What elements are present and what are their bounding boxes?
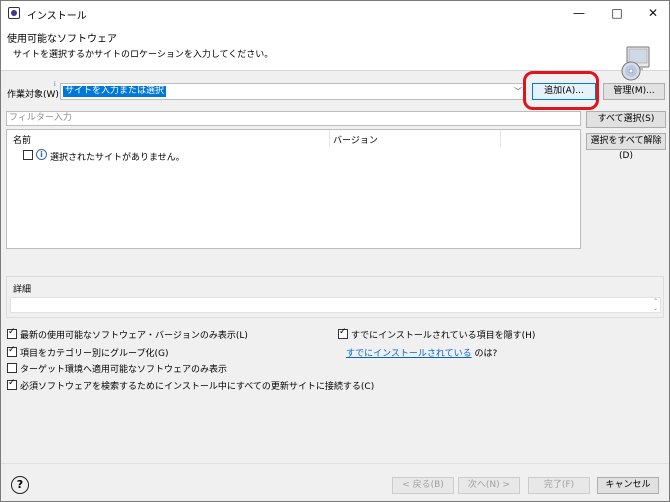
header-banner: 使用可能なソフトウェア サイトを選択するかサイトのロケーションを入力してください…: [1, 25, 669, 81]
next-button[interactable]: 次へ(N) >: [458, 477, 520, 494]
checkbox-group-by-category[interactable]: [7, 345, 17, 357]
close-button[interactable]: ✕: [635, 1, 670, 25]
select-all-button[interactable]: すべて選択(S): [586, 111, 666, 128]
work-with-combo[interactable]: サイトを入力または選択 ﹀: [60, 83, 526, 100]
page-title: 使用可能なソフトウェア: [7, 34, 117, 45]
back-button[interactable]: < 戻る(B): [392, 477, 454, 494]
help-icon[interactable]: ?: [11, 476, 29, 494]
finish-button[interactable]: 完了(F): [528, 477, 590, 494]
app-icon: [8, 7, 20, 19]
option-label: 項目をカテゴリー別にグループ化(G): [20, 349, 169, 359]
minimize-button[interactable]: —: [561, 1, 597, 25]
window-title: インストール: [27, 11, 87, 22]
maximize-button[interactable]: □: [599, 1, 635, 25]
chevron-down-icon[interactable]: ﹀: [514, 86, 522, 97]
page-description: サイトを選択するかサイトのロケーションを入力してください。: [13, 50, 274, 60]
install-dialog: インストール — □ ✕ 使用可能なソフトウェア サイトを選択するかサイトのロケ…: [0, 0, 670, 502]
work-with-value: サイトを入力または選択: [63, 86, 167, 97]
option-label: 最新の使用可能なソフトウェア・バージョンのみ表示(L): [20, 331, 248, 341]
work-with-label: 作業対象(W):: [7, 90, 62, 100]
checkbox-latest-only[interactable]: [7, 327, 17, 339]
title-bar: インストール — □ ✕: [1, 1, 669, 25]
add-site-button[interactable]: 追加(A)...: [532, 83, 596, 100]
checkbox-contact-all-sites[interactable]: [7, 378, 17, 390]
option-label: ターゲット環境へ適用可能なソフトウェアのみ表示: [20, 365, 228, 375]
column-header-name[interactable]: 名前: [13, 133, 31, 146]
already-installed-link[interactable]: すでにインストールされている: [346, 349, 472, 359]
row-checkbox[interactable]: [23, 150, 33, 160]
column-header-version[interactable]: バージョン: [333, 133, 378, 146]
software-table: 名前 バージョン i 選択されたサイトがありません。: [6, 129, 581, 249]
option-label: すでにインストールされている項目を隠す(H): [351, 331, 536, 341]
details-text[interactable]: ⌃ ⌄: [10, 297, 661, 313]
row-text: 選択されたサイトがありません。: [50, 153, 185, 163]
checkbox-target-env[interactable]: [7, 363, 17, 373]
column-divider: [500, 130, 501, 147]
deselect-all-button[interactable]: 選択をすべて解除(D): [586, 133, 666, 161]
filter-input[interactable]: フィルター入力: [6, 111, 581, 126]
cd-install-icon: [621, 46, 650, 81]
info-icon: i: [36, 149, 47, 160]
installed-suffix: のは?: [474, 349, 498, 359]
option-label: 必須ソフトウェアを検索するためにインストール中にすべての更新サイトに接続する(C…: [20, 382, 375, 392]
column-divider: [329, 130, 330, 147]
details-label: 詳細: [13, 285, 32, 295]
checkbox-hide-installed[interactable]: [338, 327, 348, 339]
footer-divider: [1, 463, 669, 464]
scroll-arrows-icon[interactable]: ⌃ ⌄: [653, 298, 658, 312]
manage-sites-button[interactable]: 管理(M)...: [603, 83, 665, 100]
cancel-button[interactable]: キャンセル: [597, 477, 659, 494]
installed-info: すでにインストールされている のは?: [346, 346, 497, 359]
